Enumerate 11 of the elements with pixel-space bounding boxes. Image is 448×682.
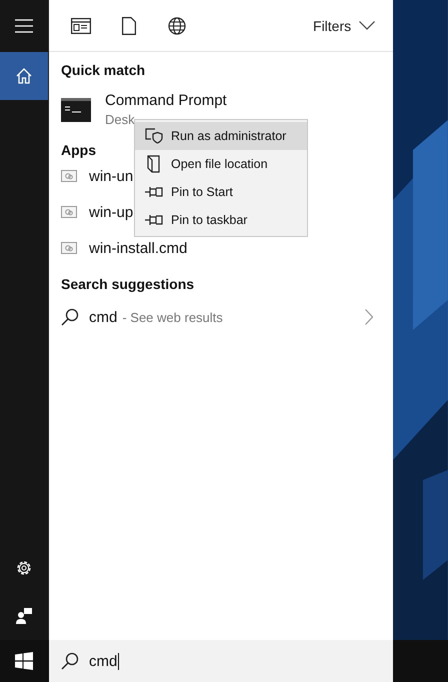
app-name: win-un xyxy=(89,168,134,184)
suggestion-hint: - See web results xyxy=(122,310,223,324)
search-text: cmd xyxy=(89,652,120,670)
app-name: win-up xyxy=(89,204,134,220)
result-title: Command Prompt xyxy=(105,92,227,109)
app-name: win-install.cmd xyxy=(89,240,188,256)
section-heading: Apps xyxy=(61,142,97,158)
section-heading: Quick match xyxy=(61,62,146,78)
section-heading: Search suggestions xyxy=(61,276,196,292)
suggestion-query: cmd xyxy=(89,308,118,326)
result-subtitle: Desk xyxy=(105,112,136,127)
